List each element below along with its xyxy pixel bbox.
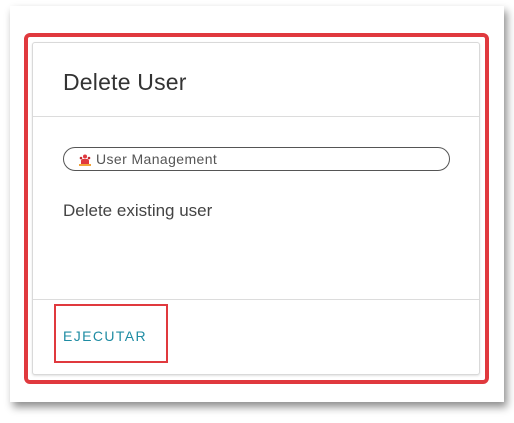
screenshot-stage: Delete User User Management Delete exist…: [0, 0, 514, 423]
execute-button[interactable]: EJECUTAR: [63, 328, 147, 344]
